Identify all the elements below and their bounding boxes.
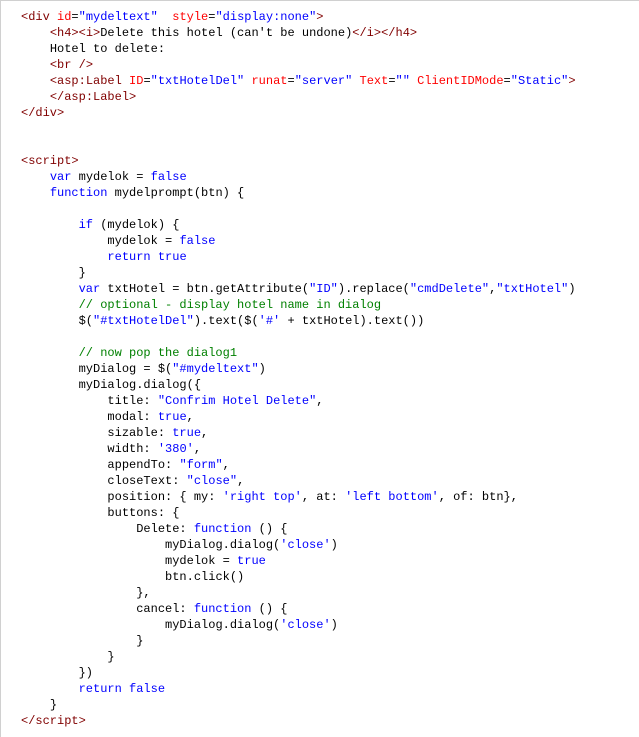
- code-line: <asp:Label ID="txtHotelDel" runat="serve…: [21, 73, 635, 89]
- code-line: myDialog = $("#mydeltext"): [21, 361, 635, 377]
- code-line: }: [21, 697, 635, 713]
- code-line: mydelok = false: [21, 233, 635, 249]
- code-line: mydelok = true: [21, 553, 635, 569]
- code-line: }: [21, 649, 635, 665]
- code-line: [21, 201, 635, 217]
- code-line: }: [21, 265, 635, 281]
- code-line: myDialog.dialog('close'): [21, 537, 635, 553]
- code-line: width: '380',: [21, 441, 635, 457]
- code-line: return false: [21, 681, 635, 697]
- code-line: var mydelok = false: [21, 169, 635, 185]
- code-line: Hotel to delete:: [21, 41, 635, 57]
- code-line: return true: [21, 249, 635, 265]
- code-line: <script>: [21, 153, 635, 169]
- code-editor[interactable]: <div id="mydeltext" style="display:none"…: [0, 0, 639, 737]
- code-line: // now pop the dialog1: [21, 345, 635, 361]
- code-line: <h4><i>Delete this hotel (can't be undon…: [21, 25, 635, 41]
- code-line: btn.click(): [21, 569, 635, 585]
- code-line: var txtHotel = btn.getAttribute("ID").re…: [21, 281, 635, 297]
- code-line: myDialog.dialog('close'): [21, 617, 635, 633]
- code-line: [21, 329, 635, 345]
- code-line: position: { my: 'right top', at: 'left b…: [21, 489, 635, 505]
- code-line: Delete: function () {: [21, 521, 635, 537]
- code-line: title: "Confrim Hotel Delete",: [21, 393, 635, 409]
- code-line: $("#txtHotelDel").text($('#' + txtHotel)…: [21, 313, 635, 329]
- code-line: </asp:Label>: [21, 89, 635, 105]
- code-line: appendTo: "form",: [21, 457, 635, 473]
- code-line: // optional - display hotel name in dial…: [21, 297, 635, 313]
- code-line: }): [21, 665, 635, 681]
- code-line: <br />: [21, 57, 635, 73]
- code-line: }: [21, 633, 635, 649]
- code-line: [21, 121, 635, 137]
- code-line: </div>: [21, 105, 635, 121]
- code-line: <div id="mydeltext" style="display:none"…: [21, 9, 635, 25]
- code-line: function mydelprompt(btn) {: [21, 185, 635, 201]
- code-line: sizable: true,: [21, 425, 635, 441]
- code-line: closeText: "close",: [21, 473, 635, 489]
- code-line: </script>: [21, 713, 635, 729]
- code-line: myDialog.dialog({: [21, 377, 635, 393]
- code-line: if (mydelok) {: [21, 217, 635, 233]
- code-line: buttons: {: [21, 505, 635, 521]
- code-line: [21, 137, 635, 153]
- code-line: cancel: function () {: [21, 601, 635, 617]
- code-line: },: [21, 585, 635, 601]
- code-line: modal: true,: [21, 409, 635, 425]
